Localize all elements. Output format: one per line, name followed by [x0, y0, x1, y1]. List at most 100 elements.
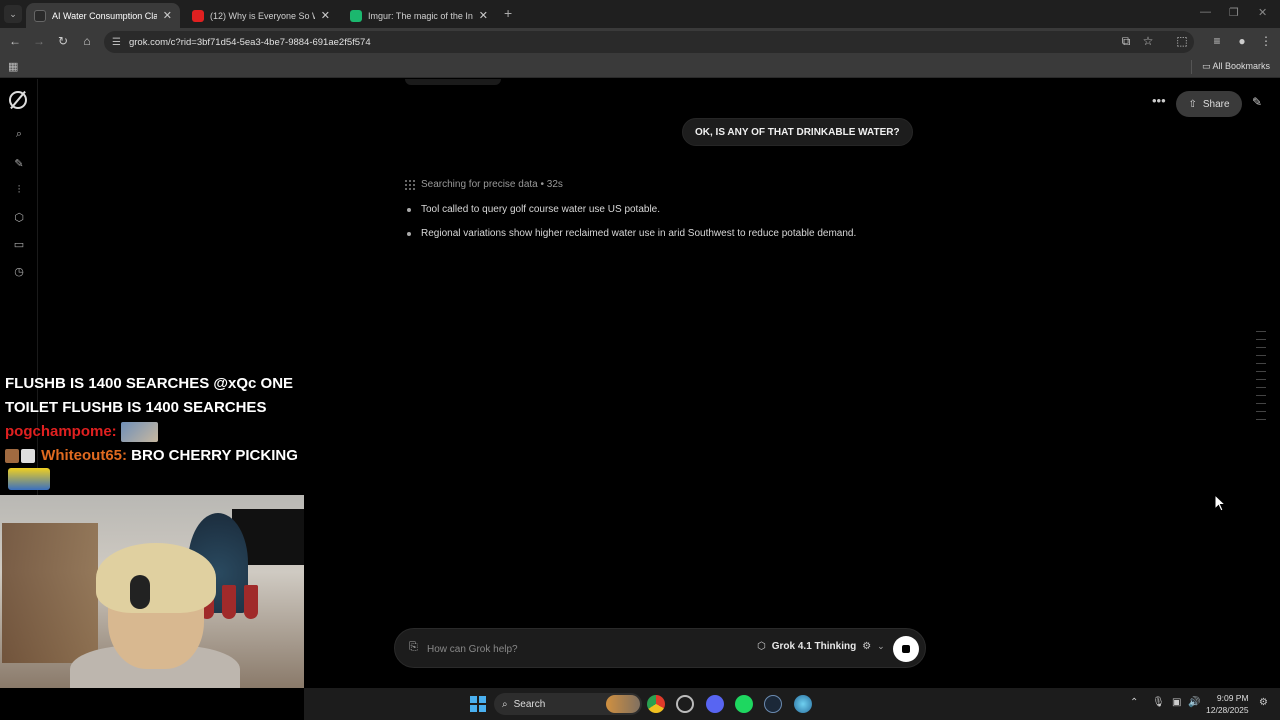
new-tab-icon[interactable]: + — [504, 5, 512, 21]
emote-icon — [120, 422, 158, 443]
close-tab-icon[interactable]: ✕ — [163, 9, 172, 22]
attach-icon[interactable]: ⎘ — [409, 641, 418, 654]
list-item: Tool called to query golf course water u… — [405, 202, 856, 226]
chrome-icon[interactable] — [647, 695, 665, 713]
prime-badge-icon — [21, 449, 35, 464]
microphone-icon[interactable]: 🎙 — [1152, 697, 1165, 708]
share-button[interactable]: ⇧ Share — [1176, 91, 1242, 117]
grok-favicon-icon — [34, 9, 46, 22]
compose-icon[interactable]: ✎ — [1252, 95, 1262, 109]
browser-toolbar: ← → ↻ ⌂ ☰ grok.com/c?rid=3bf71d54-5ea3-4… — [0, 28, 1280, 56]
taskbar-search-label: Search — [513, 698, 546, 710]
forward-icon[interactable]: → — [31, 34, 47, 48]
chat-message: Whiteout65: BRO CHERRY PICKING — [0, 444, 310, 468]
webcam-headset — [130, 575, 150, 609]
site-info-icon[interactable]: ☰ — [112, 37, 121, 48]
share-upload-icon: ⇧ — [1188, 98, 1197, 110]
previous-bubble-edge — [405, 79, 501, 85]
windows-taskbar: ⌕ Search ⌃ 🎙 ▣ 🔊 9:09 PM 12/28/2025 ⚙ — [304, 688, 1280, 720]
webcam-stocking — [222, 585, 236, 619]
tab-ai-water[interactable]: AI Water Consumption Claims D ✕ — [26, 3, 180, 28]
tab-imgur[interactable]: Imgur: The magic of the Interne ✕ — [342, 3, 496, 28]
tab-title: Imgur: The magic of the Interne — [368, 10, 473, 21]
close-tab-icon[interactable]: ✕ — [321, 9, 330, 22]
bookmark-star-icon[interactable]: ☆ — [1140, 34, 1156, 48]
steam-icon[interactable] — [764, 695, 782, 713]
tray-overflow-icon[interactable]: ⌃ — [1130, 697, 1138, 708]
chat-message — [0, 468, 310, 498]
install-app-icon[interactable]: ⧉ — [1118, 34, 1134, 49]
list-item: Regional variations show higher reclaime… — [405, 226, 856, 250]
minion-emote-icon — [8, 468, 50, 490]
chat-username: pogchampome: — [5, 423, 117, 440]
address-bar[interactable]: ☰ grok.com/c?rid=3bf71d54-5ea3-4be7-9884… — [104, 31, 1194, 53]
network-icon[interactable]: ▣ — [1172, 697, 1181, 708]
imagine-icon[interactable]: ⬡ — [11, 211, 27, 224]
start-button[interactable] — [470, 696, 486, 712]
imgur-favicon-icon — [350, 9, 362, 22]
tab-search-menu-button[interactable]: ⌄ — [4, 5, 22, 23]
search-icon: ⌕ — [502, 698, 508, 710]
chat-text: BRO CHERRY PICKING — [131, 447, 298, 464]
taskbar-clock[interactable]: 9:09 PM 12/28/2025 — [1206, 692, 1249, 716]
voice-icon[interactable]: ⫶ — [11, 184, 27, 197]
stop-icon — [902, 645, 910, 653]
search-icon[interactable]: ⌕ — [11, 128, 27, 141]
window-close-icon[interactable]: ✕ — [1258, 6, 1267, 19]
sub-badge-icon — [5, 449, 19, 464]
all-bookmarks-button[interactable]: ▭ All Bookmarks — [1202, 61, 1270, 72]
new-chat-icon[interactable]: ✎ — [11, 157, 27, 170]
bookmarks-bar: ▦ ▭ All Bookmarks — [0, 56, 1280, 78]
conversation-minimap[interactable] — [1256, 331, 1266, 427]
webcam-feed — [0, 495, 304, 688]
bookmarks-separator — [1191, 60, 1192, 74]
chat-input[interactable] — [427, 639, 727, 659]
chat-message: pogchampome: — [0, 420, 310, 444]
notifications-icon[interactable]: ⚙ — [1259, 697, 1268, 708]
stream-chat-overlay: FLUSHB IS 1400 SEARCHES @xQc ONE TOILET … — [0, 372, 310, 498]
grok-logo-icon[interactable] — [9, 91, 27, 109]
home-icon[interactable]: ⌂ — [79, 34, 95, 48]
spotify-icon[interactable] — [735, 695, 753, 713]
media-controls-icon[interactable]: ≡ — [1209, 34, 1225, 48]
globe-app-icon[interactable] — [794, 695, 812, 713]
thinking-status-text: Searching for precise data • 32s — [421, 179, 563, 190]
chat-composer: ⎘ ⬡ Grok 4.1 Thinking ⚙ ⌄ — [394, 628, 926, 668]
model-label: Grok 4.1 Thinking — [771, 641, 857, 652]
extensions-icon[interactable]: ⬚ — [1174, 34, 1190, 48]
close-tab-icon[interactable]: ✕ — [479, 9, 488, 22]
browser-menu-icon[interactable]: ⋮ — [1258, 34, 1274, 48]
brain-icon: ⚙ — [862, 641, 872, 652]
back-icon[interactable]: ← — [7, 34, 23, 48]
chat-username: Whiteout65: — [41, 447, 127, 464]
discord-icon[interactable] — [706, 695, 724, 713]
webcam-stocking — [244, 585, 258, 619]
browser-tabbar: ⌄ AI Water Consumption Claims D ✕ (12) W… — [0, 0, 1280, 28]
minimize-icon[interactable]: — — [1200, 6, 1211, 18]
model-cube-icon: ⬡ — [757, 641, 766, 652]
projects-icon[interactable]: ▭ — [11, 238, 27, 251]
webcam-shelf — [2, 523, 98, 663]
search-highlight-icon — [606, 695, 640, 713]
clock-date: 12/28/2025 — [1206, 705, 1249, 715]
share-label: Share — [1202, 98, 1230, 110]
maximize-icon[interactable]: ❐ — [1229, 6, 1239, 19]
reload-icon[interactable]: ↻ — [55, 34, 71, 48]
youtube-favicon-icon — [192, 9, 204, 22]
webcam-person-hair — [96, 543, 216, 613]
history-icon[interactable]: ◷ — [11, 265, 27, 278]
stop-generation-button[interactable] — [893, 636, 919, 662]
chat-message: TOILET FLUSHB IS 1400 SEARCHES — [5, 399, 267, 416]
model-selector[interactable]: ⬡ Grok 4.1 Thinking ⚙ ⌄ — [757, 641, 885, 652]
tab-title: AI Water Consumption Claims D — [52, 10, 157, 21]
taskbar-search[interactable]: ⌕ Search — [494, 693, 642, 715]
thinking-status[interactable]: Searching for precise data • 32s — [405, 179, 563, 190]
volume-icon[interactable]: 🔊 — [1188, 697, 1200, 708]
folder-icon: ▭ — [1201, 61, 1211, 71]
obs-icon[interactable] — [676, 695, 694, 713]
more-options-icon[interactable]: ••• — [1152, 93, 1166, 108]
apps-grid-icon[interactable]: ▦ — [8, 60, 18, 73]
profile-avatar-icon[interactable]: ● — [1234, 34, 1250, 48]
tab-youtube[interactable]: (12) Why is Everyone So Wrong ✕ — [184, 3, 338, 28]
thinking-steps-list: Tool called to query golf course water u… — [405, 202, 856, 250]
